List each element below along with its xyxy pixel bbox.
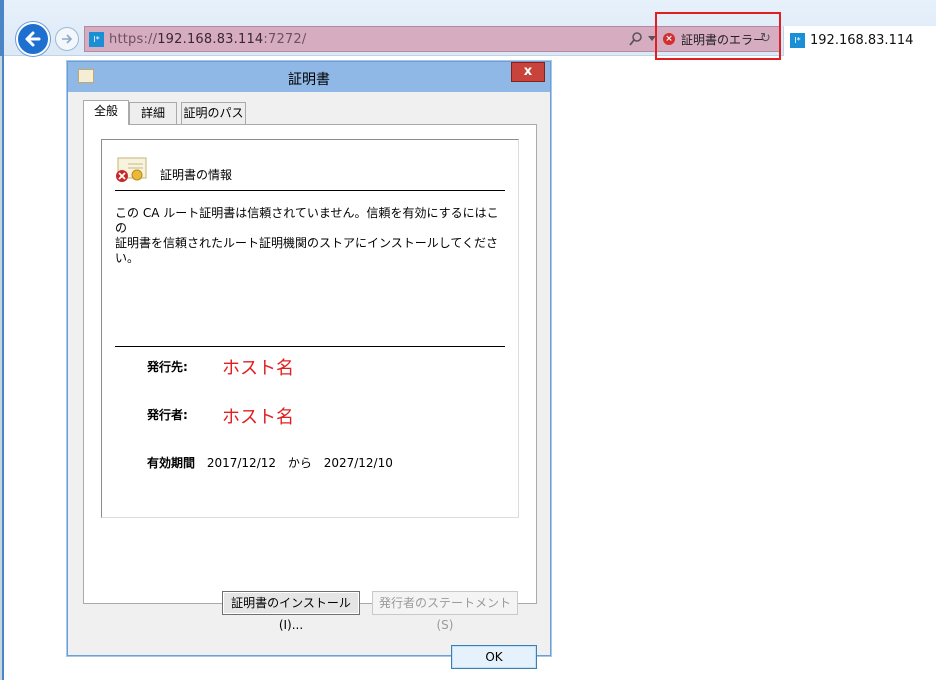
general-tab-panel: 証明書の情報 この CA ルート証明書は信頼されていません。信頼を有効にするには… (83, 124, 537, 604)
issued-to-label: 発行先: (147, 360, 188, 374)
dialog-titlebar[interactable]: 証明書 x (68, 62, 550, 92)
valid-from: 2017/12/12 (206, 456, 277, 470)
tab-details[interactable]: 詳細 (129, 102, 177, 124)
url-scheme: https:// (109, 32, 158, 47)
forward-button[interactable] (55, 27, 79, 51)
close-button[interactable]: x (511, 62, 545, 82)
cert-error-label: 証明書のエラー (681, 32, 766, 47)
search-icon[interactable] (629, 31, 643, 47)
dialog-title: 証明書 (288, 72, 330, 88)
cert-error-button[interactable]: × 証明書のエラー (663, 31, 765, 47)
issued-by-value: ホスト名 (222, 407, 294, 428)
error-icon: × (663, 33, 675, 45)
validity-period: 有効期間 2017/12/12 から 2027/12/10 (147, 454, 401, 471)
ok-button[interactable]: OK (451, 645, 537, 669)
divider (115, 190, 505, 191)
install-certificate-button[interactable]: 証明書のインストール(I)... (222, 591, 360, 632)
issued-by-label: 発行者: (147, 408, 188, 422)
issuer-statement-button: 発行者のステートメント(S) (372, 591, 518, 632)
site-favicon-icon: I* (89, 32, 104, 47)
refresh-icon[interactable]: ↻ (760, 31, 771, 46)
url-host: 192.168.83.114 (157, 32, 264, 47)
tab-title: 192.168.83.114 (810, 33, 914, 48)
url-text[interactable]: https://192.168.83.114:7272/ (109, 32, 306, 47)
info-title: 証明書の情報 (160, 168, 233, 182)
tab-favicon-icon: I* (790, 33, 805, 48)
trust-message: この CA ルート証明書は信頼されていません。信頼を有効にするにはこの 証明書を… (115, 206, 505, 266)
tab-certification-path[interactable]: 証明のパス (181, 102, 246, 124)
arrow-left-icon (25, 31, 41, 47)
arrow-right-icon (62, 34, 73, 44)
message-line-1: この CA ルート証明書は信頼されていません。信頼を有効にするにはこの (115, 206, 499, 235)
message-line-2: 証明書を信頼されたルート証明機関のストアにインストールしてください。 (115, 236, 499, 265)
back-button[interactable] (16, 22, 50, 56)
valid-separator: から (287, 456, 312, 470)
url-port: :7272/ (263, 32, 307, 47)
certificate-dialog: 証明書 x 全般 詳細 証明のパス 証明書の情報 この CA ルート証明書は信頼… (67, 61, 551, 669)
certificate-info-frame: 証明書の情報 この CA ルート証明書は信頼されていません。信頼を有効にするには… (101, 139, 519, 518)
page-edge (0, 56, 2, 680)
valid-to: 2027/12/10 (323, 456, 393, 470)
dialog-body: 全般 詳細 証明のパス 証明書の情報 この CA ルート証明書は信頼されていませ… (78, 92, 542, 669)
issued-to-value: ホスト名 (222, 358, 294, 379)
certificate-error-icon (116, 157, 147, 182)
divider (115, 346, 505, 347)
tab-general[interactable]: 全般 (83, 100, 129, 125)
browser-tab[interactable]: I* 192.168.83.114 (783, 26, 936, 56)
validity-label: 有効期間 (147, 456, 196, 470)
